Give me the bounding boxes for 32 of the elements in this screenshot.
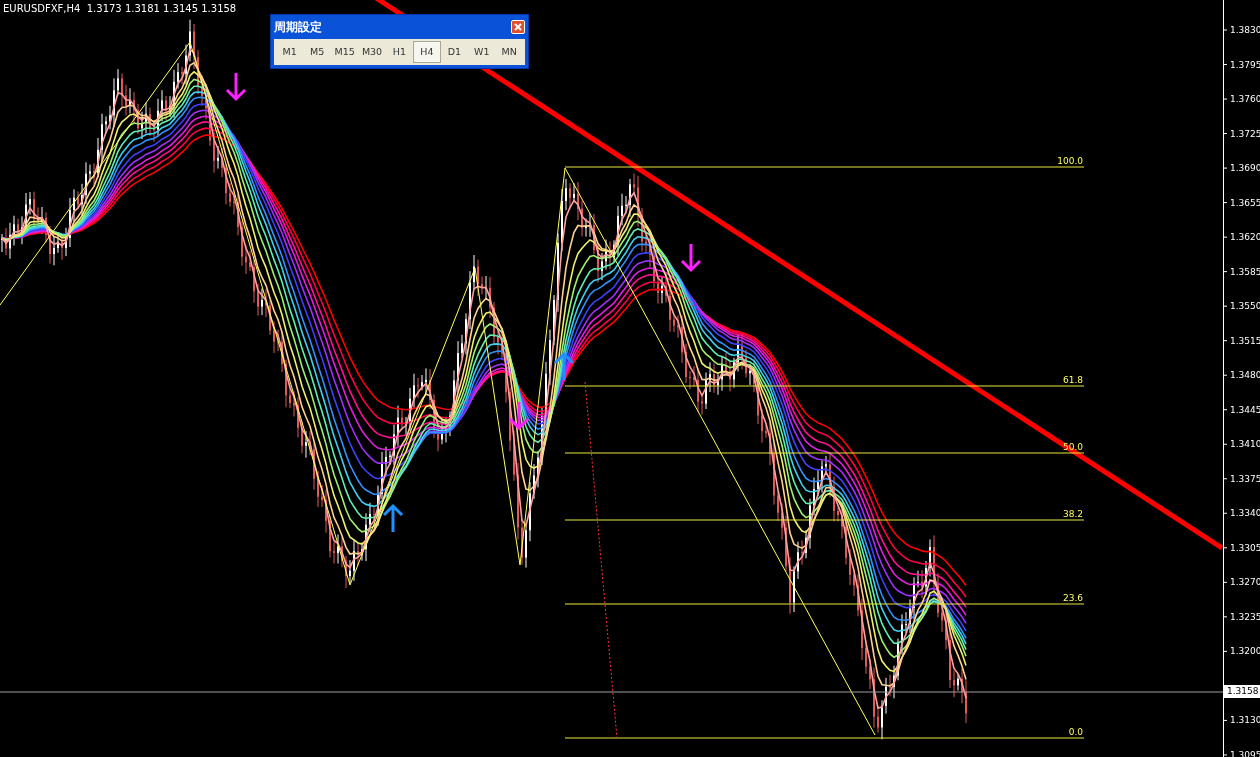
- period-button[interactable]: D1: [440, 41, 469, 64]
- price-axis-label: 1.3795: [1230, 59, 1260, 70]
- period-button[interactable]: H4: [413, 41, 441, 64]
- fibonacci-level-label: 38.2: [1062, 509, 1083, 519]
- up-arrow-icon: [553, 351, 575, 382]
- price-axis-label: 1.3655: [1230, 197, 1260, 208]
- dialog-title: 周期設定: [274, 19, 322, 36]
- fibonacci-level-label: 100.0: [1057, 156, 1083, 166]
- fibonacci-level-label: 23.6: [1062, 593, 1083, 603]
- price-axis-label: 1.3585: [1230, 266, 1260, 277]
- current-price-label: 1.3158: [1224, 685, 1260, 698]
- period-button[interactable]: MN: [495, 41, 523, 64]
- down-arrow-icon: [225, 71, 247, 102]
- down-arrow-icon: [508, 400, 530, 431]
- price-axis-label: 1.3725: [1230, 128, 1260, 139]
- period-button[interactable]: M5: [303, 41, 331, 64]
- up-arrow-icon: [382, 503, 404, 534]
- chart-header: EURUSDFXF,H4 1.3173 1.3181 1.3145 1.3158: [3, 2, 237, 16]
- price-axis-label: 1.3305: [1230, 542, 1260, 553]
- close-button[interactable]: [511, 20, 525, 34]
- price-axis-label: 1.3375: [1230, 473, 1260, 484]
- price-axis-label: 1.3235: [1230, 611, 1260, 622]
- down-arrow-icon: [680, 242, 702, 273]
- period-button[interactable]: H1: [385, 41, 414, 64]
- price-axis-label: 1.3515: [1230, 335, 1260, 346]
- fibonacci-level-label: 61.8: [1062, 375, 1083, 385]
- period-button[interactable]: M30: [358, 41, 386, 64]
- fibonacci-level-label: 0.0: [1068, 727, 1083, 737]
- period-button[interactable]: W1: [468, 41, 496, 64]
- period-button[interactable]: M1: [276, 41, 304, 64]
- period-button[interactable]: M15: [330, 41, 359, 64]
- price-axis-label: 1.3445: [1230, 404, 1260, 415]
